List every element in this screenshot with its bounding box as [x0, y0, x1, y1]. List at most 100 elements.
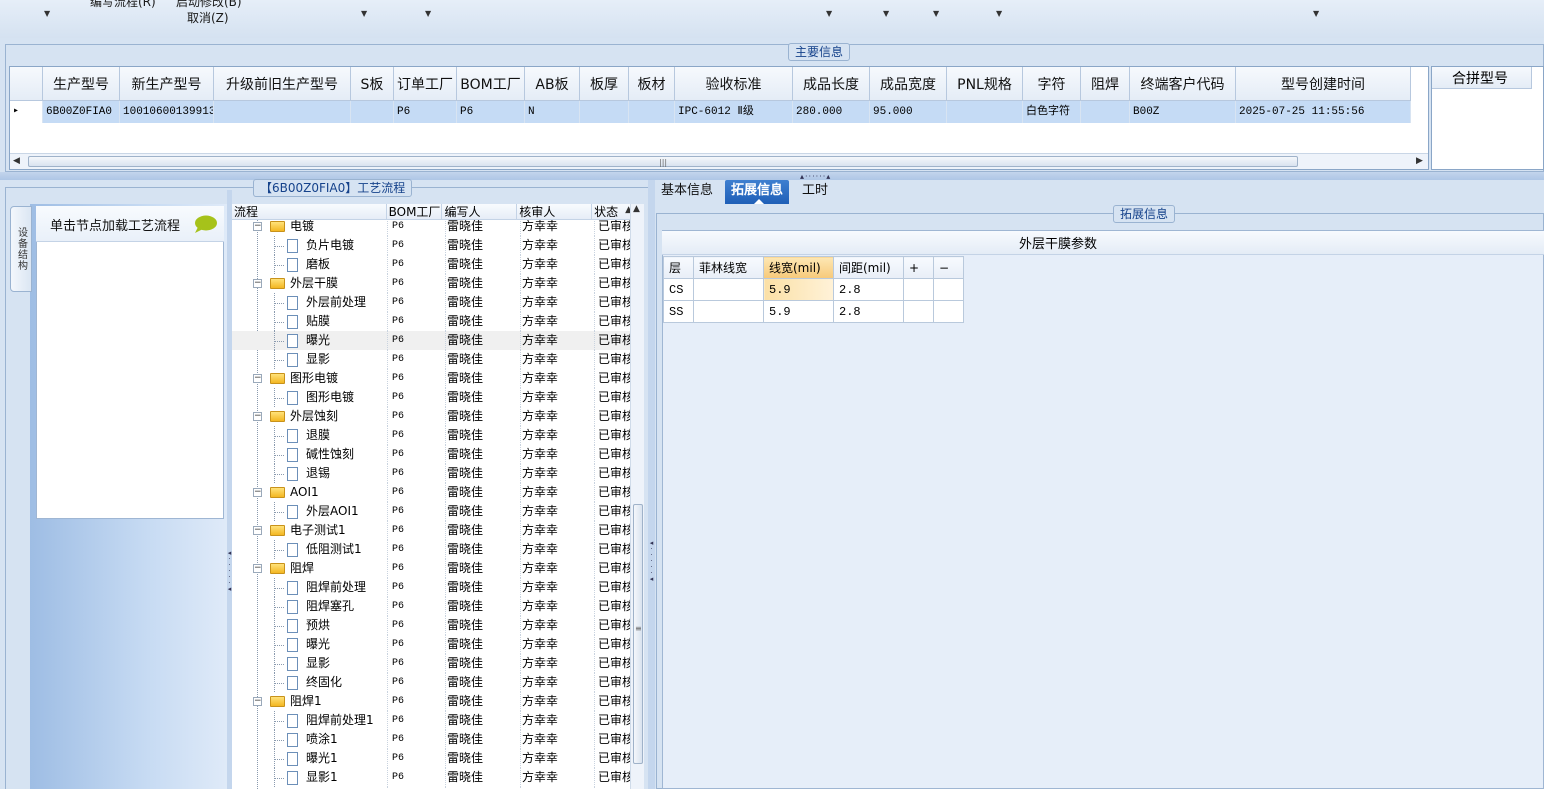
tree-column-header[interactable]: BOM工厂	[387, 204, 443, 220]
grid-column-header[interactable]: 终端客户代码	[1130, 67, 1236, 101]
grid-cell[interactable]	[629, 101, 675, 123]
tree-row[interactable]: − AOI1 P6 雷晓佳 方幸幸 已审核	[232, 483, 630, 502]
grid-column-header[interactable]: 阻焊	[1081, 67, 1130, 101]
tree-row[interactable]: − 外层蚀刻 P6 雷晓佳 方幸幸 已审核	[232, 407, 630, 426]
tree-row[interactable]: 外层前处理 P6 雷晓佳 方幸幸 已审核	[232, 293, 630, 312]
tree-node-label[interactable]: 负片电镀	[306, 236, 354, 255]
tree-node-label[interactable]: 阻焊前处理	[306, 578, 366, 597]
grid-column-header[interactable]: 新生产型号	[120, 67, 214, 101]
tree-row[interactable]: 负片电镀 P6 雷晓佳 方幸幸 已审核	[232, 236, 630, 255]
grid-cell[interactable]	[1081, 101, 1130, 123]
grid-column-header[interactable]: 验收标准	[675, 67, 793, 101]
tree-node-label[interactable]: 退锡	[306, 464, 330, 483]
tree-node-label[interactable]: 图形电镀	[306, 388, 354, 407]
grid-column-header[interactable]: S板	[351, 67, 394, 101]
tree-column-header[interactable]: 核审人	[517, 204, 593, 220]
tree-node-label[interactable]: 显影	[306, 350, 330, 369]
param-cell[interactable]	[693, 278, 764, 301]
nav-header[interactable]: 单击节点加载工艺流程	[36, 206, 224, 242]
scroll-thumb[interactable]: ≡	[633, 504, 643, 764]
tree-row[interactable]: 阻焊前处理1 P6 雷晓佳 方幸幸 已审核	[232, 711, 630, 730]
collapse-icon[interactable]: −	[253, 564, 262, 573]
tree-node-label[interactable]: 电子测试1	[290, 521, 346, 540]
dropdown-arrow-icon[interactable]: ▼	[883, 9, 889, 18]
tree-node-label[interactable]: 阻焊	[290, 559, 314, 578]
tree-node-label[interactable]: 预烘	[306, 616, 330, 635]
tree-row[interactable]: 阻焊塞孔 P6 雷晓佳 方幸幸 已审核	[232, 597, 630, 616]
grid-column-header[interactable]: 成品宽度	[870, 67, 947, 101]
tree-row[interactable]: 碱性蚀刻 P6 雷晓佳 方幸幸 已审核	[232, 445, 630, 464]
param-cell[interactable]	[693, 300, 764, 323]
remove-column-button[interactable]: −	[933, 256, 964, 279]
grid-column-header[interactable]: 升级前旧生产型号	[214, 67, 351, 101]
grid-column-header[interactable]: 板材	[629, 67, 675, 101]
tree-node-label[interactable]: 外层前处理	[306, 293, 366, 312]
tree-node-label[interactable]: 喷涂1	[306, 730, 338, 749]
tree-row[interactable]: 预烘 P6 雷晓佳 方幸幸 已审核	[232, 616, 630, 635]
tree-node-label[interactable]: 终固化	[306, 673, 342, 692]
tree-node-label[interactable]: 碱性蚀刻	[306, 445, 354, 464]
dropdown-arrow-icon[interactable]: ▼	[826, 9, 832, 18]
collapse-icon[interactable]: −	[253, 488, 262, 497]
tree-node-label[interactable]: 贴膜	[306, 312, 330, 331]
tree-node-label[interactable]: 磨板	[306, 255, 330, 274]
param-cell[interactable]: 2.8	[833, 300, 904, 323]
scroll-thumb[interactable]: |||	[28, 156, 1298, 167]
tree-node-label[interactable]: 图形电镀	[290, 369, 338, 388]
horizontal-scrollbar[interactable]: ◀ ||| ▶	[10, 153, 1428, 169]
param-cell[interactable]	[903, 300, 934, 323]
tree-row[interactable]: 阻焊前处理 P6 雷晓佳 方幸幸 已审核	[232, 578, 630, 597]
tree-node-label[interactable]: 显影	[306, 654, 330, 673]
tree-node-label[interactable]: 曝光1	[306, 749, 338, 768]
grid-column-header[interactable]: 板厚	[580, 67, 629, 101]
grid-column-header[interactable]: 生产型号	[43, 67, 120, 101]
grid-cell[interactable]	[214, 101, 351, 123]
grid-column-header[interactable]: PNL规格	[947, 67, 1023, 101]
row-indicator-icon[interactable]: ▸	[10, 101, 43, 123]
dropdown-arrow-icon[interactable]: ▼	[44, 9, 50, 18]
grid-cell[interactable]: P6	[394, 101, 457, 123]
grid-column-header[interactable]: 型号创建时间	[1236, 67, 1411, 101]
grid-cell[interactable]: B00Z	[1130, 101, 1236, 123]
dropdown-arrow-icon[interactable]: ▼	[361, 9, 367, 18]
grid-cell[interactable]: IPC-6012 Ⅱ级	[675, 101, 793, 123]
tree-node-label[interactable]: 低阻测试1	[306, 540, 362, 559]
grid-column-header[interactable]: AB板	[525, 67, 580, 101]
grid-cell[interactable]: P6	[457, 101, 525, 123]
tree-row[interactable]: 终固化 P6 雷晓佳 方幸幸 已审核	[232, 673, 630, 692]
grid-column-header[interactable]	[10, 67, 43, 101]
tree-row[interactable]: − 图形电镀 P6 雷晓佳 方幸幸 已审核	[232, 369, 630, 388]
dropdown-arrow-icon[interactable]: ▼	[933, 9, 939, 18]
tree-node-label[interactable]: 外层蚀刻	[290, 407, 338, 426]
tree-row[interactable]: 显影 P6 雷晓佳 方幸幸 已审核	[232, 350, 630, 369]
tree-column-header[interactable]: 流程	[232, 204, 387, 220]
tree-row[interactable]: 磨板 P6 雷晓佳 方幸幸 已审核	[232, 255, 630, 274]
cancel-menu-item[interactable]: 取消(Z)	[187, 9, 229, 26]
grid-cell[interactable]	[947, 101, 1023, 123]
grid-column-header[interactable]: BOM工厂	[457, 67, 525, 101]
tab-basic-info[interactable]: 基本信息	[655, 180, 719, 204]
grid-cell[interactable]: 95.000	[870, 101, 947, 123]
grid-cell[interactable]	[580, 101, 629, 123]
tree-node-label[interactable]: 曝光	[306, 331, 330, 350]
tree-vertical-scrollbar[interactable]: ▲ ≡	[630, 204, 644, 789]
param-cell[interactable]: CS	[663, 278, 694, 301]
tree-row[interactable]: − 外层干膜 P6 雷晓佳 方幸幸 已审核	[232, 274, 630, 293]
grid-cell[interactable]: N	[525, 101, 580, 123]
tree-node-label[interactable]: 阻焊塞孔	[306, 597, 354, 616]
tree-node-label[interactable]: AOI1	[290, 483, 319, 502]
grid-cell[interactable]	[351, 101, 394, 123]
tree-node-label[interactable]: 阻焊前处理1	[306, 711, 374, 730]
tree-row[interactable]: 曝光 P6 雷晓佳 方幸幸 已审核	[232, 635, 630, 654]
tree-node-label[interactable]: 外层AOI1	[306, 502, 359, 521]
grid-row[interactable]: ▸ 6B00Z0FIA0 10010600139913 P6 P6 N IPC-6012 Ⅱ…	[10, 101, 1411, 123]
tree-node-label[interactable]: 电镀	[290, 220, 314, 236]
tree-row[interactable]: − 阻焊1 P6 雷晓佳 方幸幸 已审核	[232, 692, 630, 711]
tree-row[interactable]: 退膜 P6 雷晓佳 方幸幸 已审核	[232, 426, 630, 445]
tree-row[interactable]: 喷涂1 P6 雷晓佳 方幸幸 已审核	[232, 730, 630, 749]
tree-row[interactable]: 退锡 P6 雷晓佳 方幸幸 已审核	[232, 464, 630, 483]
collapse-icon[interactable]: −	[253, 222, 262, 231]
param-cell[interactable]	[903, 278, 934, 301]
tree-row[interactable]: 曝光 P6 雷晓佳 方幸幸 已审核	[232, 331, 630, 350]
device-structure-tab[interactable]: 设备结构	[10, 206, 32, 292]
